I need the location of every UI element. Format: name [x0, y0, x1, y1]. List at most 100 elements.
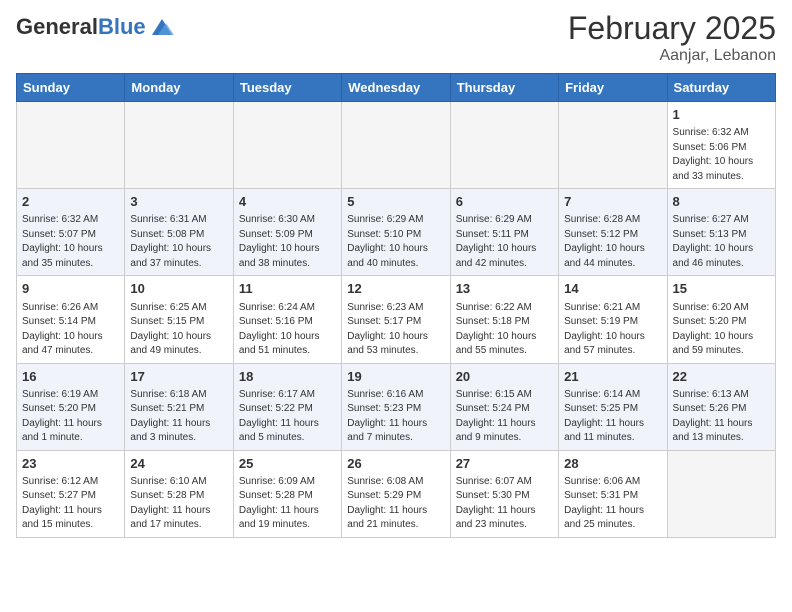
- day-number: 4: [239, 193, 336, 211]
- day-number: 23: [22, 455, 119, 473]
- calendar-cell: 20 Sunrise: 6:15 AM Sunset: 5:24 PM Dayli…: [450, 363, 558, 450]
- day-number: 21: [564, 368, 661, 386]
- calendar-table: SundayMondayTuesdayWednesdayThursdayFrid…: [16, 73, 776, 538]
- day-info: Sunrise: 6:14 AM Sunset: 5:25 PM Dayligh…: [564, 388, 661, 446]
- calendar-week-row: 23 Sunrise: 6:12 AM Sunset: 5:27 PM Dayli…: [17, 450, 776, 537]
- day-number: 26: [347, 455, 444, 473]
- day-number: 6: [456, 193, 553, 211]
- col-header-monday: Monday: [125, 74, 233, 102]
- calendar-cell: [125, 102, 233, 189]
- calendar-cell: 16 Sunrise: 6:19 AM Sunset: 5:20 PM Dayli…: [17, 363, 125, 450]
- col-header-tuesday: Tuesday: [233, 74, 341, 102]
- col-header-friday: Friday: [559, 74, 667, 102]
- day-info: Sunrise: 6:09 AM Sunset: 5:28 PM Dayligh…: [239, 475, 336, 533]
- calendar-cell: 3 Sunrise: 6:31 AM Sunset: 5:08 PM Daylig…: [125, 189, 233, 276]
- calendar-cell: 25 Sunrise: 6:09 AM Sunset: 5:28 PM Dayli…: [233, 450, 341, 537]
- day-number: 13: [456, 280, 553, 298]
- logo-general: General: [16, 14, 98, 39]
- calendar-week-row: 9 Sunrise: 6:26 AM Sunset: 5:14 PM Daylig…: [17, 276, 776, 363]
- calendar-cell: 15 Sunrise: 6:20 AM Sunset: 5:20 PM Dayli…: [667, 276, 775, 363]
- calendar-cell: 6 Sunrise: 6:29 AM Sunset: 5:11 PM Daylig…: [450, 189, 558, 276]
- day-info: Sunrise: 6:16 AM Sunset: 5:23 PM Dayligh…: [347, 388, 444, 446]
- day-info: Sunrise: 6:15 AM Sunset: 5:24 PM Dayligh…: [456, 388, 553, 446]
- page: GeneralBlue February 2025 Aanjar, Lebano…: [0, 0, 792, 554]
- day-number: 17: [130, 368, 227, 386]
- calendar-cell: 11Sunrise: 6:24 AM Sunset: 5:16 PM Dayli…: [233, 276, 341, 363]
- day-info: Sunrise: 6:08 AM Sunset: 5:29 PM Dayligh…: [347, 475, 444, 533]
- day-info: Sunrise: 6:10 AM Sunset: 5:28 PM Dayligh…: [130, 475, 227, 533]
- calendar-cell: 8Sunrise: 6:27 AM Sunset: 5:13 PM Daylig…: [667, 189, 775, 276]
- day-info: Sunrise: 6:19 AM Sunset: 5:20 PM Dayligh…: [22, 388, 119, 446]
- logo-icon: [148, 17, 176, 37]
- day-info: Sunrise: 6:28 AM Sunset: 5:12 PM Dayligh…: [564, 213, 661, 271]
- calendar-cell: [233, 102, 341, 189]
- day-number: 3: [130, 193, 227, 211]
- calendar-cell: [667, 450, 775, 537]
- calendar-cell: 10Sunrise: 6:25 AM Sunset: 5:15 PM Dayli…: [125, 276, 233, 363]
- title-block: February 2025 Aanjar, Lebanon: [568, 10, 776, 65]
- day-info: Sunrise: 6:30 AM Sunset: 5:09 PM Dayligh…: [239, 213, 336, 271]
- day-number: 15: [673, 280, 770, 298]
- calendar-cell: [559, 102, 667, 189]
- calendar-cell: 28Sunrise: 6:06 AM Sunset: 5:31 PM Dayli…: [559, 450, 667, 537]
- calendar-cell: 27 Sunrise: 6:07 AM Sunset: 5:30 PM Dayli…: [450, 450, 558, 537]
- month-title: February 2025: [568, 10, 776, 47]
- day-number: 27: [456, 455, 553, 473]
- calendar-cell: 19 Sunrise: 6:16 AM Sunset: 5:23 PM Dayli…: [342, 363, 450, 450]
- calendar-cell: 22 Sunrise: 6:13 AM Sunset: 5:26 PM Dayli…: [667, 363, 775, 450]
- day-info: Sunrise: 6:07 AM Sunset: 5:30 PM Dayligh…: [456, 475, 553, 533]
- calendar-cell: 4 Sunrise: 6:30 AM Sunset: 5:09 PM Daylig…: [233, 189, 341, 276]
- day-info: Sunrise: 6:12 AM Sunset: 5:27 PM Dayligh…: [22, 475, 119, 533]
- calendar-cell: 12 Sunrise: 6:23 AM Sunset: 5:17 PM Dayli…: [342, 276, 450, 363]
- day-number: 9: [22, 280, 119, 298]
- day-info: Sunrise: 6:22 AM Sunset: 5:18 PM Dayligh…: [456, 301, 553, 359]
- col-header-saturday: Saturday: [667, 74, 775, 102]
- calendar-cell: 13 Sunrise: 6:22 AM Sunset: 5:18 PM Dayli…: [450, 276, 558, 363]
- calendar-header-row: SundayMondayTuesdayWednesdayThursdayFrid…: [17, 74, 776, 102]
- calendar-cell: 17 Sunrise: 6:18 AM Sunset: 5:21 PM Dayli…: [125, 363, 233, 450]
- calendar-cell: 9 Sunrise: 6:26 AM Sunset: 5:14 PM Daylig…: [17, 276, 125, 363]
- logo-blue: Blue: [98, 14, 146, 39]
- logo: GeneralBlue: [16, 10, 176, 38]
- day-number: 18: [239, 368, 336, 386]
- day-info: Sunrise: 6:13 AM Sunset: 5:26 PM Dayligh…: [673, 388, 770, 446]
- calendar-cell: 1Sunrise: 6:32 AM Sunset: 5:06 PM Daylig…: [667, 102, 775, 189]
- day-number: 16: [22, 368, 119, 386]
- calendar-week-row: 16 Sunrise: 6:19 AM Sunset: 5:20 PM Dayli…: [17, 363, 776, 450]
- day-info: Sunrise: 6:29 AM Sunset: 5:11 PM Dayligh…: [456, 213, 553, 271]
- day-info: Sunrise: 6:20 AM Sunset: 5:20 PM Dayligh…: [673, 301, 770, 359]
- calendar-week-row: 1Sunrise: 6:32 AM Sunset: 5:06 PM Daylig…: [17, 102, 776, 189]
- calendar-cell: [342, 102, 450, 189]
- day-number: 7: [564, 193, 661, 211]
- day-number: 2: [22, 193, 119, 211]
- day-number: 22: [673, 368, 770, 386]
- day-info: Sunrise: 6:25 AM Sunset: 5:15 PM Dayligh…: [130, 301, 227, 359]
- calendar-cell: [17, 102, 125, 189]
- day-number: 20: [456, 368, 553, 386]
- day-info: Sunrise: 6:23 AM Sunset: 5:17 PM Dayligh…: [347, 301, 444, 359]
- day-info: Sunrise: 6:06 AM Sunset: 5:31 PM Dayligh…: [564, 475, 661, 533]
- col-header-thursday: Thursday: [450, 74, 558, 102]
- day-number: 19: [347, 368, 444, 386]
- calendar-cell: 24 Sunrise: 6:10 AM Sunset: 5:28 PM Dayli…: [125, 450, 233, 537]
- day-number: 25: [239, 455, 336, 473]
- day-info: Sunrise: 6:31 AM Sunset: 5:08 PM Dayligh…: [130, 213, 227, 271]
- day-info: Sunrise: 6:18 AM Sunset: 5:21 PM Dayligh…: [130, 388, 227, 446]
- day-info: Sunrise: 6:17 AM Sunset: 5:22 PM Dayligh…: [239, 388, 336, 446]
- calendar-cell: 14Sunrise: 6:21 AM Sunset: 5:19 PM Dayli…: [559, 276, 667, 363]
- calendar-cell: 23 Sunrise: 6:12 AM Sunset: 5:27 PM Dayli…: [17, 450, 125, 537]
- day-info: Sunrise: 6:26 AM Sunset: 5:14 PM Dayligh…: [22, 301, 119, 359]
- day-info: Sunrise: 6:24 AM Sunset: 5:16 PM Dayligh…: [239, 301, 336, 359]
- header: GeneralBlue February 2025 Aanjar, Lebano…: [16, 10, 776, 65]
- day-number: 5: [347, 193, 444, 211]
- day-number: 24: [130, 455, 227, 473]
- col-header-wednesday: Wednesday: [342, 74, 450, 102]
- day-info: Sunrise: 6:32 AM Sunset: 5:07 PM Dayligh…: [22, 213, 119, 271]
- day-number: 14: [564, 280, 661, 298]
- day-info: Sunrise: 6:32 AM Sunset: 5:06 PM Dayligh…: [673, 126, 770, 184]
- day-number: 12: [347, 280, 444, 298]
- calendar-cell: 26 Sunrise: 6:08 AM Sunset: 5:29 PM Dayli…: [342, 450, 450, 537]
- location: Aanjar, Lebanon: [568, 47, 776, 65]
- calendar-cell: 7 Sunrise: 6:28 AM Sunset: 5:12 PM Daylig…: [559, 189, 667, 276]
- day-info: Sunrise: 6:29 AM Sunset: 5:10 PM Dayligh…: [347, 213, 444, 271]
